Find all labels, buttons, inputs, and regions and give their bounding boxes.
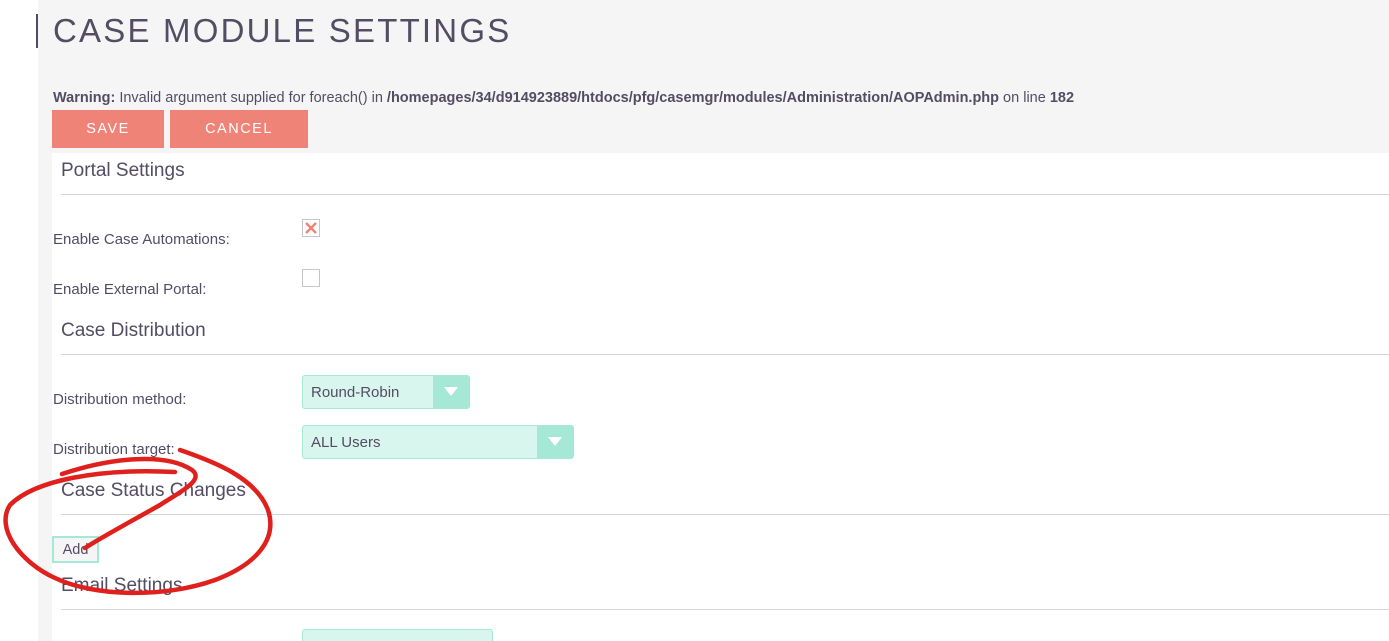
section-divider <box>61 354 1389 355</box>
case-distribution-title: Case Distribution <box>61 320 206 341</box>
save-button[interactable]: SAVE <box>52 110 164 148</box>
email-settings-title: Email Settings <box>61 575 183 596</box>
distribution-target-value: ALL Users <box>311 434 381 451</box>
dropdown-arrow[interactable] <box>433 376 469 408</box>
cancel-button[interactable]: CANCEL <box>170 110 308 148</box>
enable-external-portal-checkbox[interactable] <box>302 269 320 287</box>
case-status-changes-title: Case Status Changes <box>61 480 246 501</box>
x-mark-icon <box>305 222 317 234</box>
page-title: CASE MODULE SETTINGS <box>53 12 512 49</box>
enable-case-automations-label: Enable Case Automations: <box>53 231 230 248</box>
triangle-down-icon <box>444 387 458 396</box>
email-settings-select[interactable] <box>302 629 493 641</box>
section-divider <box>61 194 1389 195</box>
dropdown-arrow[interactable] <box>537 426 573 458</box>
enable-case-automations-checkbox[interactable] <box>302 219 320 237</box>
section-divider <box>61 514 1389 515</box>
warning-line-text: on line <box>999 90 1050 106</box>
distribution-method-value: Round-Robin <box>311 384 400 401</box>
left-margin <box>0 0 38 641</box>
add-status-change-button[interactable]: Add <box>52 536 99 563</box>
distribution-method-select[interactable]: Round-Robin <box>302 375 470 409</box>
distribution-method-label: Distribution method: <box>53 391 187 408</box>
distribution-target-select[interactable]: ALL Users <box>302 425 574 459</box>
distribution-target-label: Distribution target: <box>53 441 175 458</box>
warning-path: /homepages/34/d914923889/htdocs/pfg/case… <box>386 90 1000 106</box>
triangle-down-icon <box>548 437 562 446</box>
enable-external-portal-label: Enable External Portal: <box>53 281 207 298</box>
section-divider <box>61 609 1389 610</box>
settings-panel <box>52 153 1389 641</box>
warning-line-number: 182 <box>1049 90 1075 106</box>
title-accent-bar <box>36 14 38 48</box>
warning-label: Warning: <box>53 90 116 106</box>
php-warning: Warning: Invalid argument supplied for f… <box>53 90 1074 106</box>
warning-message: Invalid argument supplied for foreach() … <box>115 90 387 106</box>
portal-settings-title: Portal Settings <box>61 160 185 181</box>
